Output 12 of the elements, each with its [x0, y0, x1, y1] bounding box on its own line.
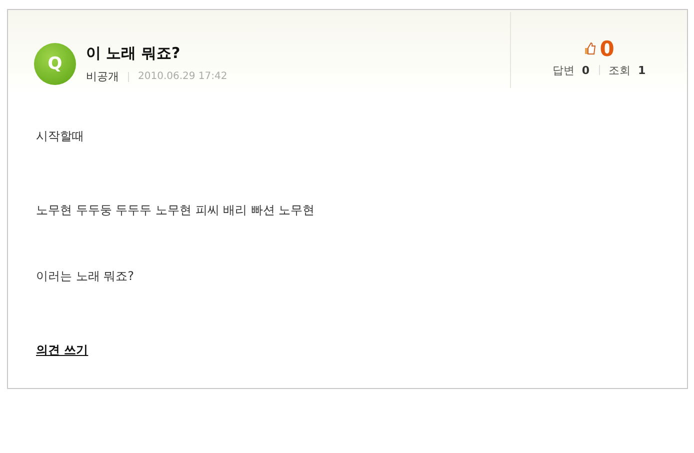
answers-stat: 답변 0	[552, 62, 590, 78]
body-paragraph: 시작할때	[36, 128, 85, 144]
body-paragraph: 노무현 두두둥 두두두 노무현 피씨 배리 빠션 노무현	[36, 202, 316, 218]
question-title: 이 노래 뭐죠?	[86, 44, 182, 63]
views-stat: 조회 1	[608, 62, 646, 78]
like-count: 0	[600, 36, 614, 60]
question-badge: Q	[34, 43, 76, 85]
write-comment-link[interactable]: 의견 쓰기	[36, 343, 88, 357]
body-paragraph: 이러는 노래 뭐죠?	[36, 268, 135, 284]
post-date: 2010.06.29 17:42	[138, 71, 228, 82]
author-name: 비공개	[86, 69, 119, 84]
thumbs-up-icon[interactable]	[584, 42, 596, 55]
